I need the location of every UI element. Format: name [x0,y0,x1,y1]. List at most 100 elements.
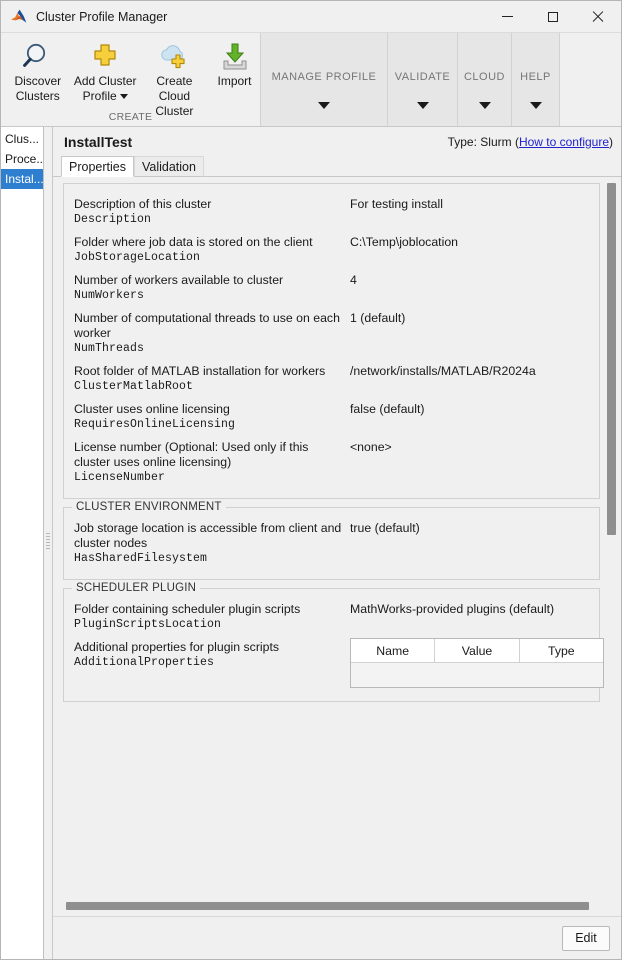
magnifier-icon [19,40,57,74]
ribbon-group-validate-label: VALIDATE [394,71,451,83]
pane-footer: Edit [53,917,621,959]
cloud-plus-icon [155,40,193,74]
property-description: Number of workers available to cluster [74,273,284,287]
add-cluster-profile-label: Add Cluster Profile [74,74,137,104]
maximize-icon [547,11,558,22]
chevron-down-icon[interactable] [318,102,330,109]
ribbon-empty-area [560,33,621,126]
property-label-group: Cluster uses online licensing RequiresOn… [74,402,350,432]
table-header-row: Name Value Type [351,639,603,663]
table-column-value: Value [435,639,520,663]
property-description: Cluster uses online licensing [74,402,230,416]
property-code: JobStorageLocation [74,251,201,264]
table-empty-body [351,663,603,687]
discover-clusters-label: Discover Clusters [14,74,61,104]
tab-validation[interactable]: Validation [133,156,204,177]
property-description: Additional properties for plugin scripts [74,640,280,654]
property-description: Folder where job data is stored on the c… [74,235,313,249]
property-code: ClusterMatlabRoot [74,380,194,393]
cluster-profile-manager-window: Cluster Profile Manager Discover Cluster… [0,0,622,960]
how-to-configure-link[interactable]: How to configure [519,135,609,149]
minimize-icon [502,16,513,17]
yellow-plus-icon [86,40,124,74]
horizontal-scrollbar-thumb[interactable] [66,902,589,910]
close-button[interactable] [575,1,621,32]
ribbon-group-cloud[interactable]: CLOUD [458,33,512,126]
property-label-group: Job storage location is accessible from … [74,521,350,566]
cluster-type-prefix: Type: Slurm ( [447,134,519,149]
property-description: Folder containing scheduler plugin scrip… [74,602,301,616]
ribbon-group-validate[interactable]: VALIDATE [388,33,458,126]
profile-list-item-0[interactable]: Clus... [1,129,43,149]
horizontal-scrollbar[interactable] [53,897,621,917]
additional-properties-table[interactable]: Name Value Type [350,638,604,688]
ribbon-group-help[interactable]: HELP [512,33,560,126]
property-label-group: Additional properties for plugin scripts… [74,640,350,688]
ribbon-group-manage-profile-label: MANAGE PROFILE [271,71,377,83]
window-controls [485,1,621,32]
table-column-type: Type [519,639,603,663]
property-label-group: Number of computational threads to use o… [74,311,350,356]
chevron-down-icon[interactable] [119,94,128,100]
page-title: InstallTest [64,133,133,150]
ribbon-group-create: Discover Clusters Add Cluster Profile Cr… [1,33,261,126]
profile-list-item-2[interactable]: Instal... [1,169,43,189]
property-row-additionalproperties: Additional properties for plugin scripts… [64,636,604,692]
property-row-numthreads: Number of computational threads to use o… [64,307,599,360]
property-value: For testing install [350,197,443,211]
title-bar: Cluster Profile Manager [1,1,621,33]
maximize-button[interactable] [530,1,575,32]
close-icon [592,11,604,23]
discover-clusters-button[interactable]: Discover Clusters [5,33,71,104]
chevron-down-icon[interactable] [529,102,542,109]
vertical-scrollbar[interactable] [604,179,619,895]
property-row-clustermatlabroot: Root folder of MATLAB installation for w… [64,360,599,398]
property-row-jobstoragelocation: Folder where job data is stored on the c… [64,231,599,269]
ribbon-toolbar: Discover Clusters Add Cluster Profile Cr… [1,33,621,127]
ribbon-group-manage-profile[interactable]: MANAGE PROFILE [261,33,388,126]
chevron-down-icon[interactable] [416,102,429,109]
property-value-table: Name Value Type [350,638,604,688]
minimize-button[interactable] [485,1,530,32]
main-body: Clus... Proce... Instal... InstallTest T… [1,127,621,959]
tab-strip: Properties Validation [53,156,621,177]
tab-properties[interactable]: Properties [61,156,134,177]
property-label-group: Folder where job data is stored on the c… [74,235,350,265]
property-code: HasSharedFilesystem [74,552,208,565]
property-description: Number of computational threads to use o… [74,311,340,340]
property-description: Root folder of MATLAB installation for w… [74,364,326,378]
property-label-group: License number (Optional: Used only if t… [74,440,350,485]
property-label-group: Folder containing scheduler plugin scrip… [74,602,350,632]
group-title-scheduler-plugin: SCHEDULER PLUGIN [72,582,201,594]
panel-splitter[interactable] [44,127,52,959]
property-row-description: Description of this cluster Description … [64,193,599,231]
chevron-down-icon[interactable] [478,102,491,109]
property-code: PluginScriptsLocation [74,618,222,631]
create-cloud-cluster-button[interactable]: Create Cloud Cluster [140,33,209,119]
property-code: Description [74,213,152,226]
property-description: Job storage location is accessible from … [74,521,342,550]
add-cluster-profile-button[interactable]: Add Cluster Profile [71,33,140,104]
btn-line2: Profile [82,89,117,103]
edit-button[interactable]: Edit [562,925,610,951]
matlab-membrane-icon [10,8,28,26]
property-value: C:\Temp\joblocation [350,235,458,249]
profile-detail-pane: InstallTest Type: Slurm (How to configur… [52,127,621,959]
ribbon-group-create-label: CREATE [108,111,153,123]
properties-scroll-area: Description of this cluster Description … [53,177,621,897]
import-label: Import [217,74,252,88]
properties-content: Description of this cluster Description … [63,183,604,897]
vertical-scrollbar-thumb[interactable] [607,183,616,535]
import-button[interactable]: Import [209,33,260,89]
splitter-grip-icon[interactable] [46,533,50,549]
property-label-group: Number of workers available to cluster N… [74,273,350,303]
btn-line2: Clusters [15,89,60,103]
property-label-group: Root folder of MATLAB installation for w… [74,364,350,394]
property-row-licensenumber: License number (Optional: Used only if t… [64,436,599,489]
property-row-pluginscriptslocation: Folder containing scheduler plugin scrip… [64,598,599,636]
property-code: AdditionalProperties [74,656,215,669]
property-row-requiresonlinelicensing: Cluster uses online licensing RequiresOn… [64,398,599,436]
profile-list-item-1[interactable]: Proce... [1,149,43,169]
property-description: License number (Optional: Used only if t… [74,440,309,469]
ribbon-group-help-label: HELP [520,71,551,83]
